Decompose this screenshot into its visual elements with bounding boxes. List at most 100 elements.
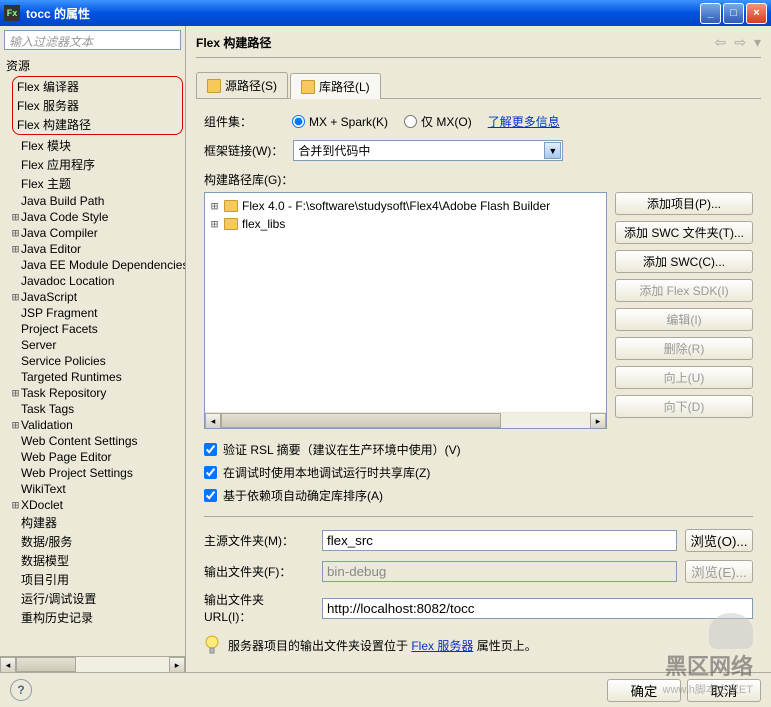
- tree-item[interactable]: Project Facets: [10, 321, 185, 337]
- close-button[interactable]: ×: [746, 3, 767, 24]
- tree-item[interactable]: ⊞XDoclet: [10, 497, 185, 513]
- remove-button[interactable]: 删除(R): [615, 337, 753, 360]
- flex-server-link[interactable]: Flex 服务器: [411, 639, 473, 653]
- folder-icon: [207, 79, 221, 93]
- move-up-button[interactable]: 向上(U): [615, 366, 753, 389]
- scroll-thumb[interactable]: [16, 657, 76, 672]
- add-flex-sdk-button[interactable]: 添加 Flex SDK(I): [615, 279, 753, 302]
- lib-tree-item[interactable]: ⊞Flex 4.0 - F:\software\studysoft\Flex4\…: [209, 197, 602, 215]
- tree-item[interactable]: Flex 模块: [10, 136, 185, 155]
- tree-item[interactable]: Java Build Path: [10, 193, 185, 209]
- button-bar: ? 确定 取消: [0, 672, 771, 707]
- add-project-button[interactable]: 添加项目(P)...: [615, 192, 753, 215]
- tree-item[interactable]: Web Page Editor: [10, 449, 185, 465]
- move-down-button[interactable]: 向下(D): [615, 395, 753, 418]
- tree-item[interactable]: 数据模型: [10, 551, 185, 570]
- tree-item[interactable]: ⊞Task Repository: [10, 385, 185, 401]
- out-url-input[interactable]: [322, 598, 753, 619]
- window-buttons: _ □ ×: [700, 3, 767, 24]
- lib-tree-item[interactable]: ⊞flex_libs: [209, 215, 602, 233]
- ok-button[interactable]: 确定: [607, 679, 681, 702]
- tree-item[interactable]: Task Tags: [10, 401, 185, 417]
- tree-item[interactable]: ⊞JavaScript: [10, 289, 185, 305]
- check-local-debug-rsl[interactable]: 在调试时使用本地调试运行时共享库(Z): [204, 464, 753, 481]
- out-folder-label: 输出文件夹(F)：: [204, 563, 314, 580]
- add-swc-button[interactable]: 添加 SWC(C)...: [615, 250, 753, 273]
- scroll-right-icon[interactable]: ▸: [590, 413, 606, 429]
- folder-icon: [301, 80, 315, 94]
- titlebar: Fx tocc 的属性 _ □ ×: [0, 0, 771, 26]
- expander-icon[interactable]: ⊞: [10, 498, 21, 512]
- filter-input[interactable]: 输入过滤器文本: [4, 30, 181, 50]
- main-panel: Flex 构建路径 ⇦ ⇨ ▾ 源路径(S) 库路径(L) 组件: [186, 26, 771, 672]
- libpath-label: 构建路径库(G)：: [204, 171, 753, 188]
- scroll-right-icon[interactable]: ▸: [169, 657, 185, 673]
- sidebar: 输入过滤器文本 资源 Flex 编译器 Flex 服务器 Flex 构建路径 F…: [0, 26, 186, 672]
- tree-item[interactable]: Web Content Settings: [10, 433, 185, 449]
- scroll-left-icon[interactable]: ◂: [205, 413, 221, 429]
- tree-item[interactable]: ⊞Java Code Style: [10, 209, 185, 225]
- browse-button[interactable]: 浏览(O)...: [685, 529, 753, 552]
- minimize-button[interactable]: _: [700, 3, 721, 24]
- expander-icon[interactable]: ⊞: [10, 418, 21, 432]
- info-note: 服务器项目的输出文件夹设置位于 Flex 服务器 属性页上。: [204, 635, 753, 655]
- tab-library-path[interactable]: 库路径(L): [290, 73, 381, 99]
- tree-item[interactable]: ⊞Validation: [10, 417, 185, 433]
- expander-icon[interactable]: ⊞: [10, 210, 21, 224]
- tree-item[interactable]: Javadoc Location: [10, 273, 185, 289]
- radio-mx-spark[interactable]: MX + Spark(K): [292, 115, 388, 129]
- main-src-label: 主源文件夹(M)：: [204, 532, 314, 549]
- edit-button[interactable]: 编辑(I): [615, 308, 753, 331]
- cancel-button[interactable]: 取消: [687, 679, 761, 702]
- tree-item[interactable]: 项目引用: [10, 570, 185, 589]
- tree-item[interactable]: WikiText: [10, 481, 185, 497]
- nav-menu-icon[interactable]: ▾: [754, 34, 761, 51]
- expander-icon[interactable]: ⊞: [10, 226, 21, 240]
- tree-root[interactable]: 资源: [6, 56, 185, 75]
- tree-item[interactable]: Flex 编译器: [17, 77, 178, 96]
- tree-item[interactable]: ⊞Java Compiler: [10, 225, 185, 241]
- add-swc-folder-button[interactable]: 添加 SWC 文件夹(T)...: [615, 221, 753, 244]
- tree-item[interactable]: Java EE Module Dependencies: [10, 257, 185, 273]
- tree-item[interactable]: ⊞Java Editor: [10, 241, 185, 257]
- preference-tree[interactable]: 资源 Flex 编译器 Flex 服务器 Flex 构建路径 Flex 模块Fl…: [0, 54, 185, 656]
- tree-item[interactable]: Targeted Runtimes: [10, 369, 185, 385]
- tree-item[interactable]: 数据/服务: [10, 532, 185, 551]
- library-tree[interactable]: ⊞Flex 4.0 - F:\software\studysoft\Flex4\…: [204, 192, 607, 429]
- tree-item[interactable]: JSP Fragment: [10, 305, 185, 321]
- check-auto-order[interactable]: 基于依赖项自动确定库排序(A): [204, 487, 753, 504]
- help-icon[interactable]: ?: [10, 679, 32, 701]
- browse-button: 浏览(E)...: [685, 560, 753, 583]
- expander-icon[interactable]: ⊞: [10, 290, 21, 304]
- framework-combobox[interactable]: 合并到代码中 ▼: [293, 140, 563, 161]
- expander-icon[interactable]: ⊞: [10, 386, 21, 400]
- tree-item[interactable]: Flex 主题: [10, 174, 185, 193]
- scroll-left-icon[interactable]: ◂: [0, 657, 16, 673]
- nav-back-icon[interactable]: ⇦: [715, 34, 727, 51]
- tree-item[interactable]: Flex 应用程序: [10, 155, 185, 174]
- tree-item[interactable]: Server: [10, 337, 185, 353]
- learn-more-link[interactable]: 了解更多信息: [488, 113, 560, 130]
- tree-item[interactable]: Web Project Settings: [10, 465, 185, 481]
- tree-item[interactable]: 重构历史记录: [10, 608, 185, 627]
- tree-item[interactable]: Flex 服务器: [17, 96, 178, 115]
- out-url-label: 输出文件夹 URL(I)：: [204, 591, 314, 625]
- scroll-thumb[interactable]: [221, 413, 501, 428]
- check-rsl-digest[interactable]: 验证 RSL 摘要（建议在生产环境中使用）(V): [204, 441, 753, 458]
- chevron-down-icon[interactable]: ▼: [544, 142, 561, 159]
- tree-item[interactable]: 构建器: [10, 513, 185, 532]
- tree-item[interactable]: Flex 构建路径: [17, 115, 178, 134]
- page-title: Flex 构建路径: [196, 34, 715, 51]
- tree-item[interactable]: 运行/调试设置: [10, 589, 185, 608]
- tabs: 源路径(S) 库路径(L): [196, 72, 761, 99]
- radio-mx-only[interactable]: 仅 MX(O): [404, 113, 472, 130]
- expander-icon[interactable]: ⊞: [10, 242, 21, 256]
- maximize-button[interactable]: □: [723, 3, 744, 24]
- nav-forward-icon[interactable]: ⇨: [734, 34, 746, 51]
- tab-source-path[interactable]: 源路径(S): [196, 72, 288, 98]
- window-title: tocc 的属性: [26, 5, 700, 22]
- sidebar-hscroll[interactable]: ◂ ▸: [0, 656, 185, 672]
- tree-item[interactable]: Service Policies: [10, 353, 185, 369]
- libtree-hscroll[interactable]: ◂ ▸: [205, 412, 606, 428]
- main-src-input[interactable]: [322, 530, 677, 551]
